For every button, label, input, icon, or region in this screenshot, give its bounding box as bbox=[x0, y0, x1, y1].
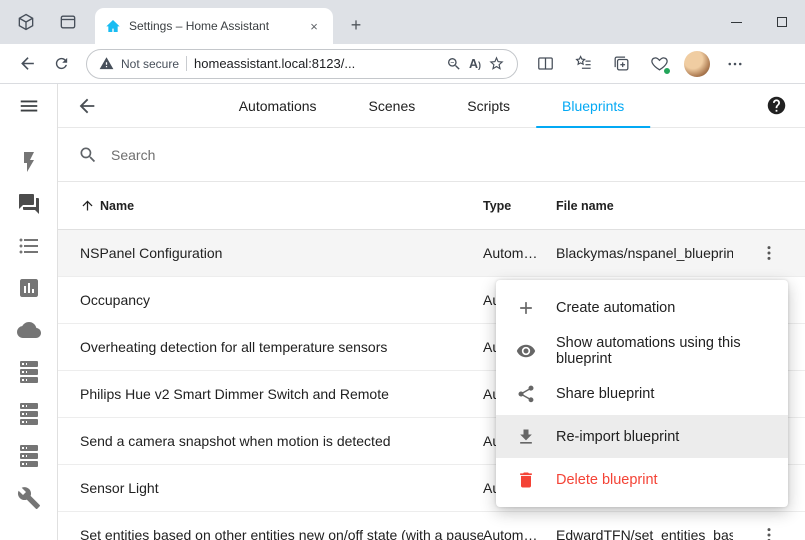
browser-toolbar: Not secure homeassistant.local:8123/... … bbox=[0, 44, 805, 84]
ha-sidebar bbox=[0, 84, 58, 540]
sidebar-item-energy-icon[interactable] bbox=[17, 150, 41, 174]
table-row[interactable]: Set entities based on other entities new… bbox=[58, 512, 805, 540]
browser-essentials-icon[interactable] bbox=[640, 49, 678, 79]
plus-icon bbox=[516, 298, 536, 318]
tab-close-button[interactable]: × bbox=[305, 19, 323, 34]
sidebar-item-server-icon-3[interactable] bbox=[17, 444, 41, 468]
column-header-name[interactable]: Name bbox=[80, 198, 483, 213]
browser-titlebar: Settings – Home Assistant × + bbox=[0, 0, 805, 44]
sort-ascending-icon bbox=[80, 198, 95, 213]
sidebar-menu-icon[interactable] bbox=[0, 84, 57, 128]
sidebar-item-history-icon[interactable] bbox=[17, 276, 41, 300]
home-assistant-favicon bbox=[105, 18, 121, 34]
ha-back-icon[interactable] bbox=[76, 95, 98, 117]
sidebar-item-cloud-icon[interactable] bbox=[17, 318, 41, 342]
column-header-file[interactable]: File name bbox=[556, 199, 733, 213]
tab-blueprints[interactable]: Blueprints bbox=[536, 84, 650, 128]
sidebar-item-server-icon-2[interactable] bbox=[17, 402, 41, 426]
sidebar-item-list-icon[interactable] bbox=[17, 234, 41, 258]
ha-header: Automations Scenes Scripts Blueprints bbox=[58, 84, 805, 128]
not-secure-warning-icon[interactable] bbox=[99, 56, 114, 71]
menu-item-share-blueprint[interactable]: Share blueprint bbox=[496, 372, 788, 415]
table-row[interactable]: NSPanel Configuration Autom… Blackymas/n… bbox=[58, 230, 805, 277]
search-row bbox=[58, 128, 805, 182]
collections-icon[interactable] bbox=[602, 49, 640, 79]
row-overflow-menu-icon[interactable] bbox=[757, 523, 781, 540]
menu-item-reimport-blueprint[interactable]: Re-import blueprint bbox=[496, 415, 788, 458]
browser-tab[interactable]: Settings – Home Assistant × bbox=[95, 8, 333, 44]
row-name: NSPanel Configuration bbox=[80, 245, 483, 261]
back-icon[interactable] bbox=[10, 49, 44, 79]
tab-scripts[interactable]: Scripts bbox=[441, 84, 536, 128]
row-type: Autom… bbox=[483, 245, 556, 261]
row-name: Send a camera snapshot when motion is de… bbox=[80, 433, 483, 449]
tab-actions-icon[interactable] bbox=[58, 12, 78, 32]
sidebar-item-forum-icon[interactable] bbox=[17, 192, 41, 216]
search-icon bbox=[78, 145, 98, 165]
import-icon bbox=[516, 427, 536, 447]
settings-menu-icon[interactable] bbox=[716, 49, 754, 79]
minimize-button[interactable] bbox=[713, 0, 759, 44]
address-bar[interactable]: Not secure homeassistant.local:8123/... … bbox=[86, 49, 518, 79]
refresh-icon[interactable] bbox=[44, 49, 78, 79]
address-divider bbox=[186, 56, 187, 71]
share-icon bbox=[516, 384, 536, 404]
row-overflow-menu-icon[interactable] bbox=[757, 241, 781, 265]
profile-avatar[interactable] bbox=[684, 51, 710, 77]
blueprint-context-menu: Create automation Show automations using… bbox=[496, 280, 788, 507]
row-name: Set entities based on other entities new… bbox=[80, 527, 483, 540]
ha-tab-bar: Automations Scenes Scripts Blueprints bbox=[213, 84, 651, 128]
sidebar-item-tools-icon[interactable] bbox=[17, 486, 41, 510]
favorites-bar-icon[interactable] bbox=[564, 49, 602, 79]
help-icon[interactable] bbox=[766, 95, 787, 116]
favorite-star-icon[interactable] bbox=[488, 55, 505, 72]
row-name: Occupancy bbox=[80, 292, 483, 308]
tab-automations[interactable]: Automations bbox=[213, 84, 343, 128]
row-file: Blackymas/nspanel_blueprin… bbox=[556, 245, 733, 261]
sidebar-item-server-icon-1[interactable] bbox=[17, 360, 41, 384]
row-name: Philips Hue v2 Smart Dimmer Switch and R… bbox=[80, 386, 483, 402]
eye-icon bbox=[516, 341, 536, 361]
menu-item-delete-blueprint[interactable]: Delete blueprint bbox=[496, 458, 788, 501]
maximize-button[interactable] bbox=[759, 0, 805, 44]
new-tab-button[interactable]: + bbox=[344, 13, 368, 37]
row-name: Sensor Light bbox=[80, 480, 483, 496]
menu-item-show-automations[interactable]: Show automations using this blueprint bbox=[496, 329, 788, 372]
zoom-out-icon[interactable] bbox=[446, 56, 462, 72]
security-label: Not secure bbox=[121, 57, 179, 71]
trash-icon bbox=[516, 470, 536, 490]
tab-scenes[interactable]: Scenes bbox=[343, 84, 442, 128]
row-type: Autom… bbox=[483, 527, 556, 540]
row-file: EdwardTFN/set_entities_bas… bbox=[556, 527, 733, 540]
tab-title: Settings – Home Assistant bbox=[129, 19, 297, 33]
status-dot bbox=[663, 67, 671, 75]
workspaces-icon[interactable] bbox=[16, 12, 36, 32]
column-header-type[interactable]: Type bbox=[483, 199, 556, 213]
search-input[interactable] bbox=[111, 147, 785, 163]
url-text[interactable]: homeassistant.local:8123/... bbox=[194, 56, 439, 71]
read-aloud-icon[interactable]: A) bbox=[469, 57, 481, 71]
row-name: Overheating detection for all temperatur… bbox=[80, 339, 483, 355]
menu-item-create-automation[interactable]: Create automation bbox=[496, 286, 788, 329]
table-header: Name Type File name bbox=[58, 182, 805, 230]
split-screen-icon[interactable] bbox=[526, 49, 564, 79]
